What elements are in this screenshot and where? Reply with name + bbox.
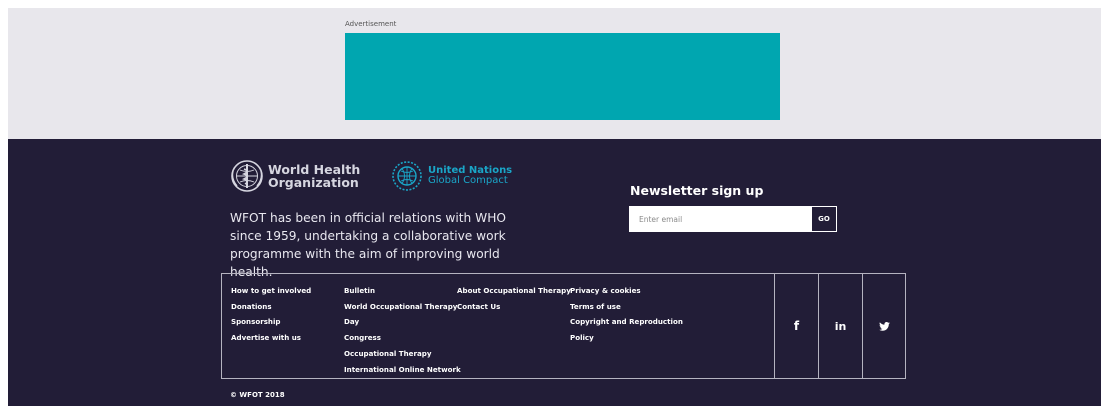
- footer-links-col-4: Privacy & cookies Terms of use Copyright…: [570, 283, 683, 346]
- newsletter-go-button[interactable]: GO: [811, 206, 837, 232]
- footer-link-ot-network-line2[interactable]: International Online Network: [344, 362, 461, 378]
- footer-link-world-ot-day-line1[interactable]: World Occupational Therapy: [344, 299, 461, 315]
- who-relations-text: WFOT has been in official relations with…: [230, 211, 506, 279]
- footer-link-copyright-line1[interactable]: Copyright and Reproduction: [570, 314, 683, 330]
- footer-link-how-to-get-involved[interactable]: How to get involved: [231, 283, 311, 299]
- linkedin-button[interactable]: in: [818, 274, 862, 378]
- advertisement-banner[interactable]: [345, 33, 780, 120]
- linkedin-icon: in: [834, 319, 847, 333]
- who-logo[interactable]: World Health Organization: [230, 159, 360, 193]
- newsletter-email-input[interactable]: [629, 206, 811, 232]
- footer-link-copyright-line2[interactable]: Policy: [570, 330, 683, 346]
- footer-link-about-ot[interactable]: About Occupational Therapy: [457, 283, 571, 299]
- site-footer: World Health Organization United Nations…: [8, 139, 1101, 406]
- facebook-icon: f: [793, 319, 800, 333]
- un-logo-line2: Global Compact: [428, 175, 508, 186]
- advertisement-section: Advertisement: [8, 8, 1101, 139]
- un-global-compact-logo[interactable]: United Nations Global Compact: [390, 159, 512, 193]
- footer-link-donations[interactable]: Donations: [231, 299, 311, 315]
- copyright-text: © WFOT 2018: [230, 391, 285, 399]
- footer-link-advertise[interactable]: Advertise with us: [231, 330, 311, 346]
- footer-links-col-3: About Occupational Therapy Contact Us: [457, 283, 571, 314]
- footer-link-terms-of-use[interactable]: Terms of use: [570, 299, 683, 315]
- un-globe-icon: [392, 161, 422, 191]
- footer-links-panel: How to get involved Donations Sponsorshi…: [221, 273, 906, 379]
- who-logo-line2: Organization: [268, 175, 359, 190]
- footer-links-col-1: How to get involved Donations Sponsorshi…: [231, 283, 311, 346]
- footer-link-bulletin[interactable]: Bulletin: [344, 283, 461, 299]
- footer-links-col-2: Bulletin World Occupational Therapy Day …: [344, 283, 461, 377]
- twitter-button[interactable]: [862, 274, 906, 378]
- newsletter-title: Newsletter sign up: [630, 183, 764, 198]
- footer-link-world-ot-day-line2[interactable]: Day: [344, 314, 461, 330]
- footer-link-sponsorship[interactable]: Sponsorship: [231, 314, 311, 330]
- footer-link-privacy-cookies[interactable]: Privacy & cookies: [570, 283, 683, 299]
- footer-link-congress[interactable]: Congress: [344, 330, 461, 346]
- advertisement-label: Advertisement: [345, 20, 397, 28]
- footer-link-contact-us[interactable]: Contact Us: [457, 299, 571, 315]
- facebook-button[interactable]: f: [774, 274, 818, 378]
- twitter-icon: [879, 321, 890, 331]
- footer-link-ot-network-line1[interactable]: Occupational Therapy: [344, 346, 461, 362]
- who-emblem-icon: [231, 160, 263, 192]
